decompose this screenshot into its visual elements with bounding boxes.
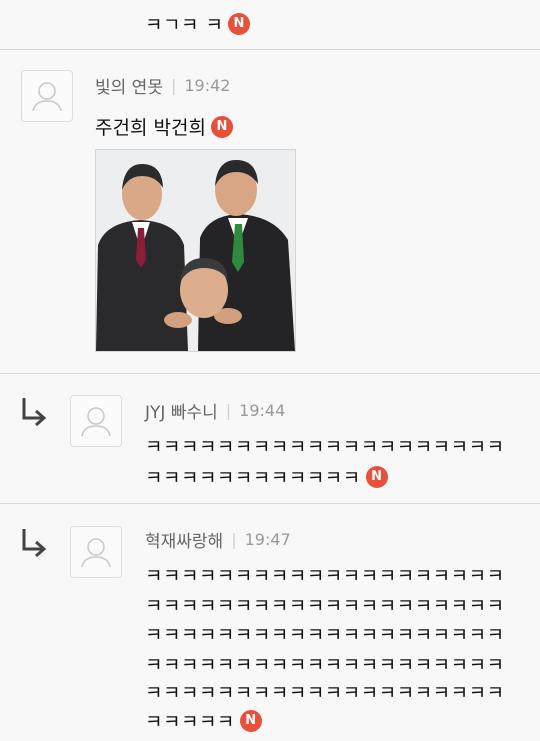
- divider: [0, 503, 540, 504]
- comment-text-line: ㅋㅋㅋㅋㅋㅋㅋㅋㅋㅋㅋㅋㅋㅋㅋㅋㅋㅋㅋㅋ: [145, 436, 505, 458]
- new-badge: N: [228, 12, 251, 35]
- separator: |: [225, 401, 232, 420]
- comment-text: ㅋㄱㅋ ㅋ N: [145, 10, 251, 37]
- reply-arrow-icon: [22, 529, 47, 557]
- comment-text-line: ㅋㅋㅋㅋㅋㅋㅋㅋㅋㅋㅋㅋ N: [145, 463, 388, 490]
- comment-list: ㅋㄱㅋ ㅋ N 빛의 연못 | 19:42 주건희 박건희 N JYJ 빠수니 …: [0, 0, 540, 741]
- author-name[interactable]: JYJ 빠수니: [145, 398, 218, 423]
- avatar[interactable]: [70, 526, 122, 578]
- comment-meta: 혁재싸랑해 | 19:47: [145, 527, 291, 552]
- divider: [0, 373, 540, 374]
- default-user-icon: [81, 538, 111, 568]
- avatar[interactable]: [70, 395, 122, 447]
- comment-text-line: ㅋㅋㅋㅋㅋㅋㅋㅋㅋㅋㅋㅋㅋㅋㅋㅋㅋㅋㅋㅋ: [145, 595, 505, 617]
- comment-meta: 빛의 연못 | 19:42: [95, 73, 230, 98]
- comment-text-line: ㅋㅋㅋㅋㅋ N: [145, 707, 262, 734]
- separator: |: [231, 530, 237, 549]
- comment-text-line: ㅋㅋㅋㅋㅋㅋㅋㅋㅋㅋㅋㅋㅋㅋㅋㅋㅋㅋㅋㅋ: [145, 565, 505, 587]
- new-badge: N: [210, 115, 233, 138]
- default-user-icon: [32, 82, 62, 112]
- avatar[interactable]: [21, 70, 73, 122]
- comment-text: 주건희 박건희 N: [95, 113, 233, 140]
- comment-text-line: ㅋㅋㅋㅋㅋㅋㅋㅋㅋㅋㅋㅋㅋㅋㅋㅋㅋㅋㅋㅋ: [145, 624, 505, 646]
- timestamp: 19:42: [184, 76, 231, 95]
- divider: [0, 49, 540, 50]
- comment-text-line: ㅋㅋㅋㅋㅋㅋㅋㅋㅋㅋㅋㅋㅋㅋㅋㅋㅋㅋㅋㅋ: [145, 654, 505, 676]
- reply-arrow-icon: [22, 398, 47, 426]
- timestamp: 19:44: [239, 401, 286, 420]
- separator: |: [170, 76, 177, 95]
- comment-text-line: ㅋㅋㅋㅋㅋㅋㅋㅋㅋㅋㅋㅋㅋㅋㅋㅋㅋㅋㅋㅋ: [145, 682, 505, 704]
- default-user-icon: [81, 407, 111, 437]
- new-badge: N: [365, 465, 388, 488]
- author-name[interactable]: 빛의 연못: [95, 73, 163, 98]
- new-badge: N: [239, 709, 262, 732]
- photo-illustration: [96, 150, 295, 351]
- timestamp: 19:47: [244, 530, 291, 549]
- author-name[interactable]: 혁재싸랑해: [145, 527, 223, 552]
- comment-photo[interactable]: [95, 149, 296, 352]
- comment-meta: JYJ 빠수니 | 19:44: [145, 398, 285, 423]
